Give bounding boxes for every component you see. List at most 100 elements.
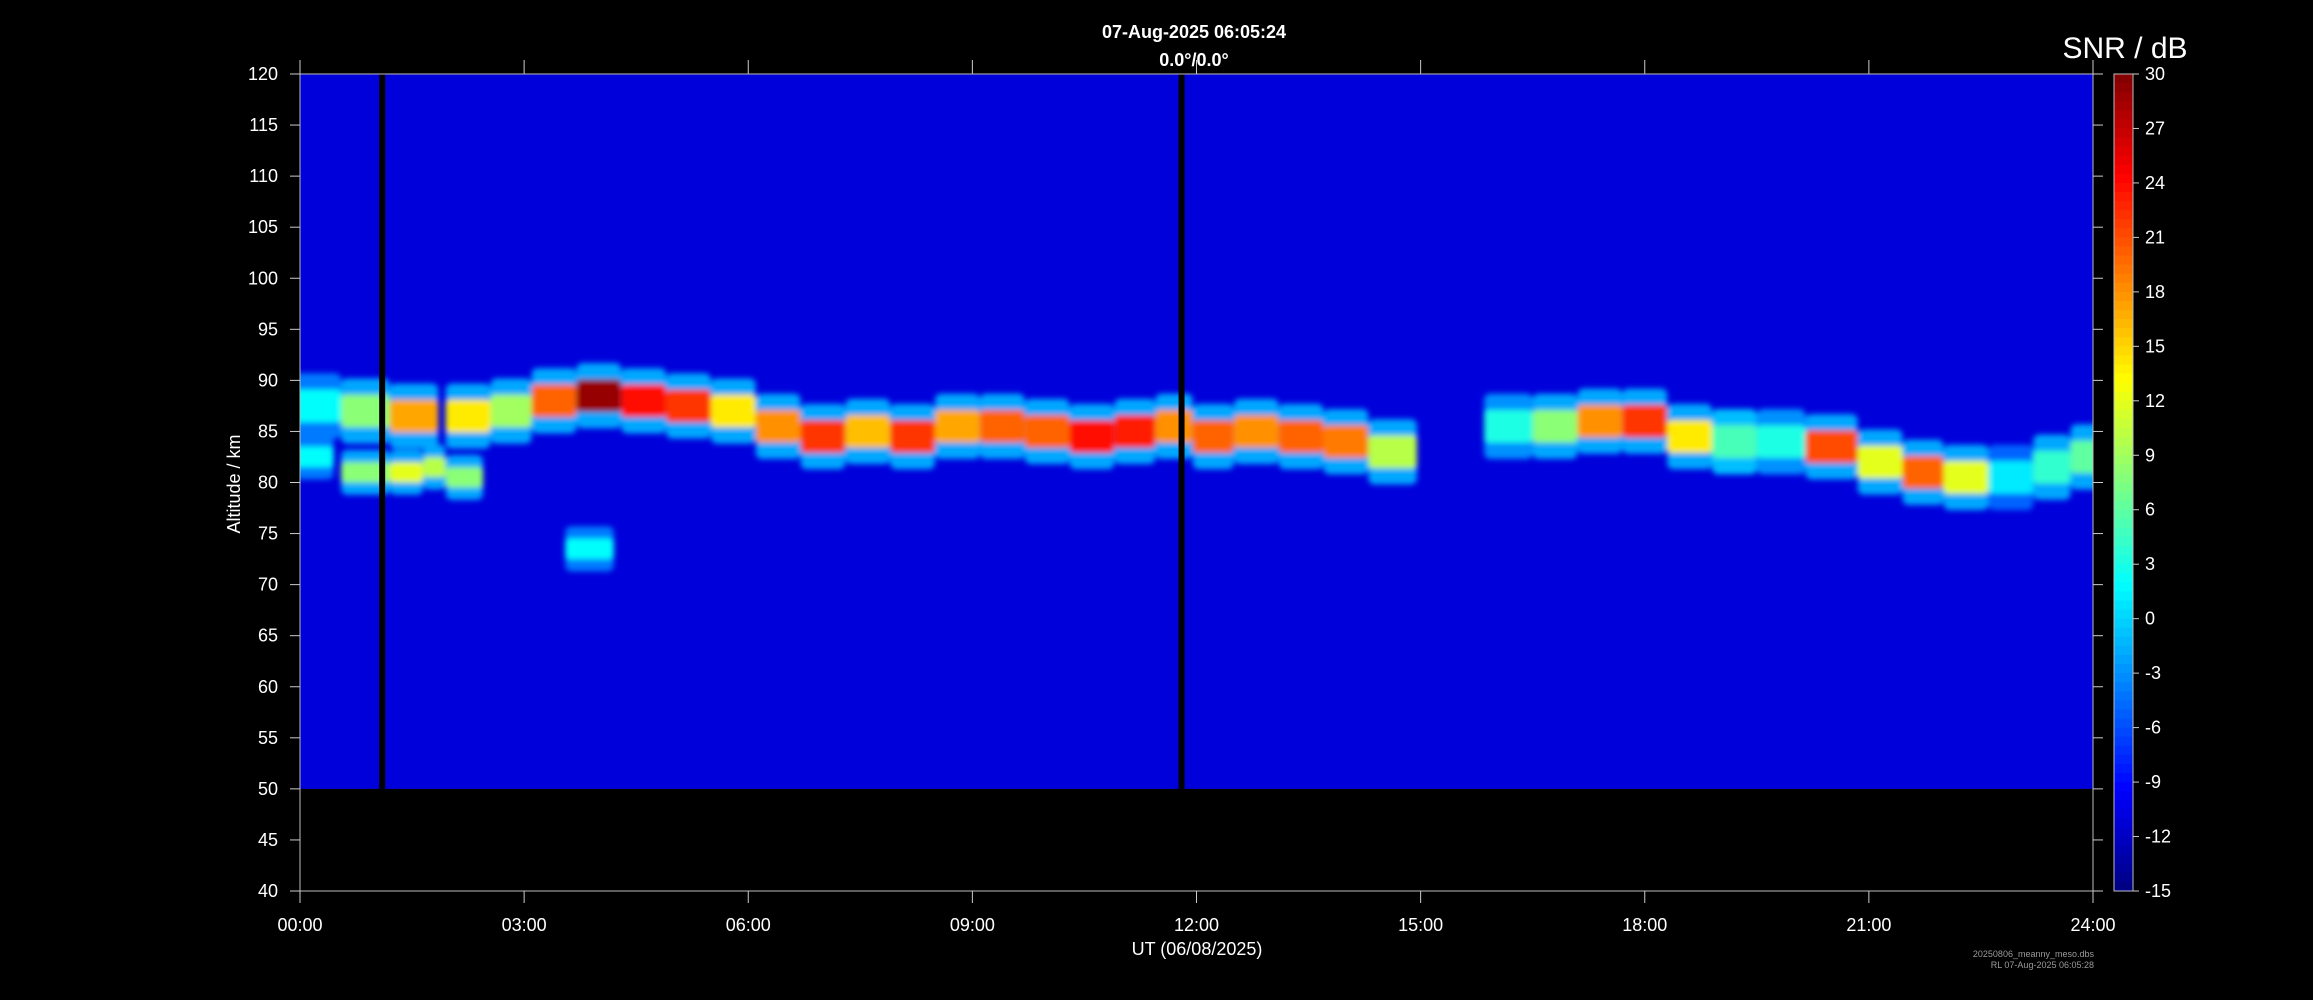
colorbar-segment [2114,355,2133,366]
main-echo-cell [1024,415,1070,448]
colorbar-segment [2114,682,2133,692]
secondary-echo-cell [565,538,614,560]
colorbar-segment [2114,110,2133,120]
colorbar-tick-label: -6 [2145,718,2161,738]
colorbar-segment [2114,573,2133,583]
colorbar-segment [2114,482,2133,493]
main-echo-cell [1278,420,1324,453]
footer-timestamp: RL 07-Aug-2025 06:05:28 [1991,960,2094,970]
colorbar-segment [2114,600,2133,611]
colorbar-segment [2114,464,2133,475]
chart-title: 07-Aug-2025 06:05:24 [1102,22,1286,42]
colorbar-segment [2114,228,2133,238]
colorbar-segment [2114,400,2133,411]
y-tick-label: 120 [248,64,278,84]
colorbar-segment [2114,373,2133,384]
colorbar-segment [2114,92,2133,102]
colorbar-segment [2114,636,2133,647]
colorbar-tick-label: 9 [2145,445,2155,465]
main-echo-cell [979,409,1025,443]
main-echo-cell [1805,430,1858,464]
secondary-echo-cell [445,467,484,488]
colorbar-segment [2114,509,2133,520]
colorbar-segment [2114,437,2133,447]
colorbar-segment [2114,791,2133,801]
colorbar-segment [2114,546,2133,556]
y-tick-label: 110 [249,166,278,186]
colorbar-segment [2114,428,2133,438]
colorbar-segment [2114,654,2133,665]
colorbar-segment [2114,645,2133,656]
main-echo-cell [1857,445,1903,479]
colorbar-segment [2114,809,2133,819]
colorbar-segment [2114,310,2133,320]
main-echo-cell [1943,461,1989,494]
colorbar-segment [2114,173,2133,184]
y-tick-label: 50 [258,779,278,799]
colorbar-segment [2114,237,2133,248]
main-echo-cell [1902,455,1944,489]
secondary-echo-cell [423,456,446,478]
colorbar-segment [2114,872,2133,883]
y-tick-label: 45 [258,830,278,850]
data-gap [379,74,386,789]
colorbar-segment [2114,718,2133,729]
colorbar-tick-label: -3 [2145,663,2161,683]
colorbar-label: SNR / dB [2062,32,2187,65]
colorbar-segment [2114,146,2133,157]
main-echo-cell [1233,415,1279,448]
main-echo-cell [845,415,891,448]
y-tick-label: 80 [258,473,278,493]
colorbar-tick-label: 3 [2145,554,2155,574]
x-tick-label: 15:00 [1398,915,1443,935]
main-echo-cell [1532,409,1578,443]
main-echo-cell [576,379,622,413]
colorbar-segment [2114,564,2133,574]
main-echo-cell [445,399,491,433]
main-echo-cell [1988,461,2034,494]
y-tick-label: 75 [258,524,278,544]
main-echo-cell [935,409,980,443]
colorbar-tick-label: 15 [2145,336,2165,356]
colorbar-tick-label: 24 [2145,173,2165,193]
y-axis-label: Altitude / km [224,434,244,533]
colorbar-segment [2114,673,2133,683]
main-echo-cell [1756,425,1806,458]
colorbar-segment [2114,618,2133,629]
y-tick-label: 55 [258,728,278,748]
colorbar-segment [2114,491,2133,502]
x-tick-label: 09:00 [950,915,995,935]
x-tick-label: 00:00 [277,915,322,935]
colorbar-segment [2114,691,2133,701]
colorbar-segment [2114,210,2133,220]
colorbar-tick-label: 12 [2145,391,2165,411]
main-echo-cell [1667,420,1712,453]
y-tick-label: 70 [258,575,278,595]
colorbar-segment [2114,455,2133,465]
colorbar-segment [2114,382,2133,393]
colorbar-segment [2114,763,2133,774]
colorbar-tick-label: -15 [2145,881,2171,901]
main-echo-cell [389,399,439,433]
footer-file: 20250806_meanny_meso.dbs [1973,949,2095,959]
main-echo-cell [531,384,577,418]
colorbar-segment [2114,800,2133,810]
y-tick-label: 105 [248,217,278,237]
main-echo-cell [1114,415,1156,448]
main-echo-cell [1622,404,1668,438]
colorbar-tick-label: 30 [2145,64,2165,84]
colorbar-segment [2114,418,2133,429]
chart: 07-Aug-2025 06:05:24 0.0°/0.0° 40 45 50 55 6… [0,0,2313,1000]
main-echo-cell [890,420,936,453]
colorbar-segment [2114,772,2133,783]
colorbar-segment [2114,346,2133,357]
colorbar-segment [2114,863,2133,874]
main-echo-cell [1155,409,1193,443]
colorbar-segment [2114,754,2133,765]
colorbar-segment [2114,627,2133,638]
colorbar-tick-label: -9 [2145,772,2161,792]
colorbar-segment [2114,854,2133,865]
colorbar-segment [2114,527,2133,538]
colorbar-segment [2114,192,2133,202]
colorbar-segment [2114,818,2133,829]
